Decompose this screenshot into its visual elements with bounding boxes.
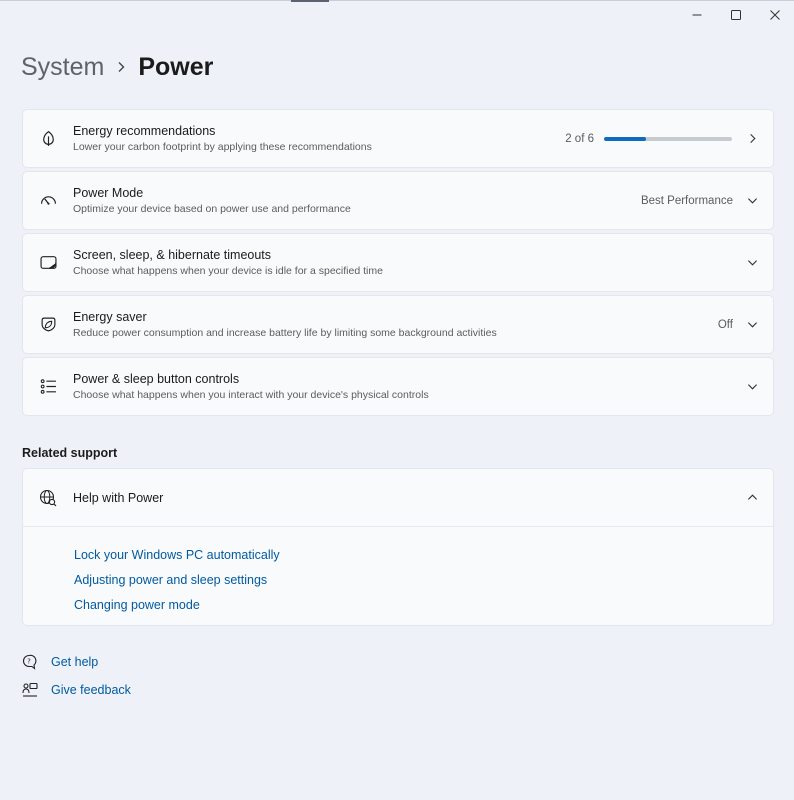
chevron-down-icon[interactable] [745,194,759,208]
card-title: Power & sleep button controls [73,372,240,386]
chevron-right-icon [104,57,138,77]
window-controls [677,0,794,30]
minimize-button[interactable] [677,0,716,30]
help-link-adjust-power-sleep[interactable]: Adjusting power and sleep settings [74,568,773,593]
chevron-up-icon[interactable] [745,491,759,505]
close-icon [769,10,780,20]
breadcrumb: System Power [21,50,213,84]
power-button-controls-card[interactable]: Power & sleep button controls Choose wha… [22,357,774,416]
get-help-label[interactable]: Get help [51,655,98,669]
window-drag-indicator [291,0,329,2]
close-button[interactable] [755,0,794,30]
card-description: Lower your carbon footprint by applying … [73,141,372,153]
power-mode-card[interactable]: Power Mode Optimize your device based on… [22,171,774,230]
help-title: Help with Power [73,490,164,505]
help-with-power-header[interactable]: Help with Power [23,469,773,527]
minimize-icon [692,14,701,16]
svg-text:?: ? [27,658,31,666]
help-links-list: Lock your Windows PC automatically Adjus… [23,527,773,618]
card-description: Reduce power consumption and increase ba… [73,327,497,339]
give-feedback-label[interactable]: Give feedback [51,683,131,697]
get-help-link[interactable]: ? Get help [22,654,98,670]
chevron-right-icon [745,132,759,146]
get-help-icon: ? [22,654,38,670]
feedback-icon [22,682,38,698]
energy-recommendations-card[interactable]: Energy recommendations Lower your carbon… [22,109,774,168]
help-with-power-card: Help with Power Lock your Windows PC aut… [22,468,774,626]
recommendations-count: 2 of 6 [565,132,594,145]
screen-sleep-icon [23,234,73,291]
maximize-icon [730,10,741,20]
related-support-heading: Related support [22,446,118,460]
card-title: Screen, sleep, & hibernate timeouts [73,248,272,262]
card-title: Energy saver [73,310,147,324]
card-title: Energy recommendations [73,124,216,138]
button-controls-icon [23,358,73,415]
card-description: Choose what happens when you interact wi… [73,389,429,401]
window-top-edge [0,0,794,1]
speedometer-icon [23,172,73,229]
globe-search-icon [23,489,73,507]
chevron-down-icon[interactable] [745,380,759,394]
give-feedback-link[interactable]: Give feedback [22,682,131,698]
breadcrumb-system-link[interactable]: System [21,53,104,82]
card-title: Power Mode [73,186,144,200]
page-title: Power [138,52,214,81]
help-link-lock-pc[interactable]: Lock your Windows PC automatically [74,543,773,568]
screen-sleep-card[interactable]: Screen, sleep, & hibernate timeouts Choo… [22,233,774,292]
recommendations-progress-bar [604,136,732,141]
card-description: Optimize your device based on power use … [73,203,351,215]
chevron-down-icon[interactable] [745,256,759,270]
help-link-changing-power-mode[interactable]: Changing power mode [74,593,773,618]
energy-saver-icon [23,296,73,353]
power-mode-dropdown[interactable]: Best Performance [641,195,733,207]
card-description: Choose what happens when your device is … [73,265,383,277]
leaf-icon [23,110,73,167]
chevron-down-icon[interactable] [745,318,759,332]
energy-saver-card[interactable]: Energy saver Reduce power consumption an… [22,295,774,354]
maximize-button[interactable] [716,0,755,30]
energy-saver-status: Off [717,318,733,331]
progress-fill [604,136,647,141]
